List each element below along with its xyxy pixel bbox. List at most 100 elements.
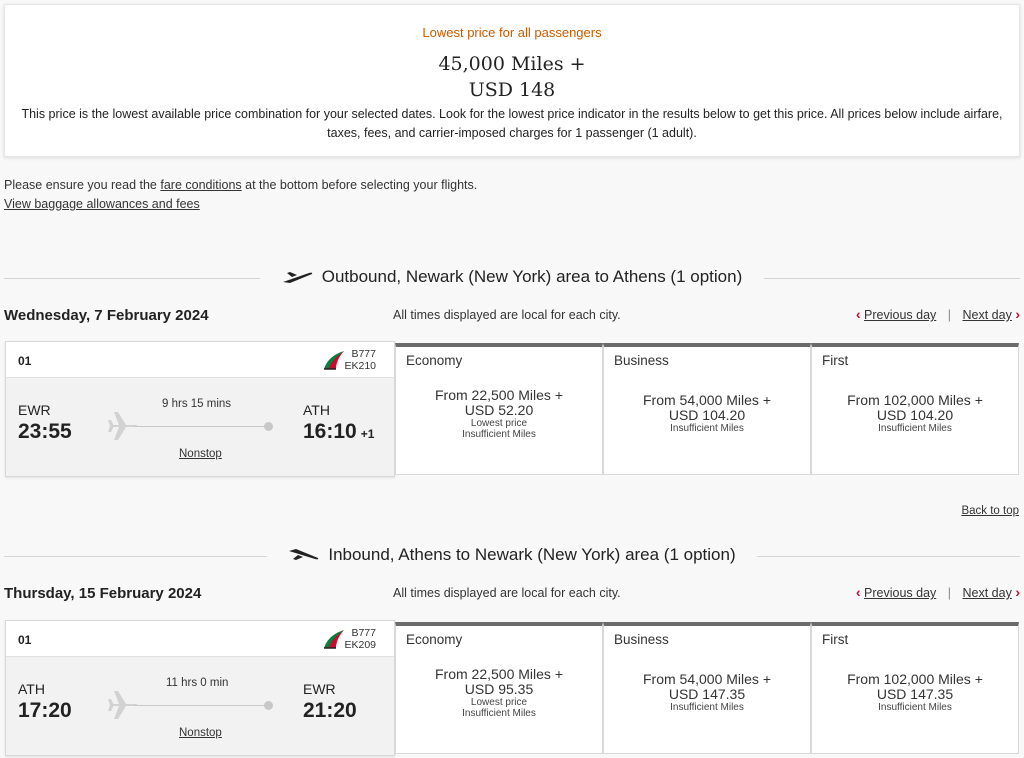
fare-status: Insufficient Miles	[670, 423, 744, 434]
origin-code: EWR	[18, 402, 51, 418]
airline-flag-logo-icon	[324, 630, 344, 649]
route-line	[134, 426, 268, 427]
fare-miles: From 22,500 Miles +	[435, 387, 563, 403]
fare-info: Please ensure you read the fare conditio…	[4, 176, 477, 214]
nav-separator: |	[947, 308, 952, 322]
cabin-class: Business	[614, 353, 669, 368]
aircraft-type: B777	[351, 348, 376, 360]
cabin-class: Economy	[406, 353, 463, 368]
origin-code: ATH	[18, 681, 45, 697]
chevron-left-icon: ‹	[855, 584, 861, 600]
cabin-class: Business	[614, 632, 669, 647]
flight-code: EK209	[344, 639, 376, 651]
previous-day-link[interactable]: Previous day	[864, 586, 936, 600]
fare-miles: From 54,000 Miles +	[643, 671, 771, 687]
stops-link[interactable]: Nonstop	[179, 727, 222, 739]
notice-prefix: Please ensure you read the	[4, 178, 161, 192]
route-line	[134, 705, 268, 706]
fare-usd: USD 147.35	[876, 686, 954, 702]
flight-code: EK210	[344, 360, 376, 372]
outbound-title-text: Outbound, Newark (New York) area to Athe…	[321, 267, 743, 286]
inbound-date: Thursday, 15 February 2024	[4, 585, 202, 602]
previous-day-link[interactable]: Previous day	[864, 308, 936, 322]
outbound-section-header: Outbound, Newark (New York) area to Athe…	[4, 263, 1020, 293]
fare-miles: From 22,500 Miles +	[435, 666, 563, 682]
flight-option-number: 01	[18, 633, 32, 647]
fare-status: Insufficient Miles	[462, 429, 536, 440]
economy-fare-option[interactable]: Economy From 22,500 Miles + USD 52.20 Lo…	[395, 343, 603, 475]
lowest-price-value: 45,000 Miles + USD 148	[5, 51, 1019, 103]
fare-usd: USD 104.20	[876, 407, 954, 423]
route-end-dot	[264, 701, 273, 710]
outbound-title: Outbound, Newark (New York) area to Athe…	[4, 267, 1020, 287]
destination-code: ATH	[303, 402, 330, 418]
fare-usd: USD 147.35	[668, 686, 746, 702]
back-to-top-link[interactable]: Back to top	[961, 505, 1019, 517]
outbound-day-row: Wednesday, 7 February 2024 All times dis…	[4, 304, 1020, 326]
cabin-class: Economy	[406, 632, 463, 647]
fare-usd: USD 104.20	[668, 407, 746, 423]
fare-status: Insufficient Miles	[462, 708, 536, 719]
inbound-title: Inbound, Athens to Newark (New York) are…	[4, 545, 1020, 565]
price-miles: 45,000 Miles +	[438, 53, 586, 75]
nav-separator: |	[947, 586, 952, 600]
flight-duration: 9 hrs 15 mins	[162, 398, 232, 410]
fare-conditions-notice: Please ensure you read the fare conditio…	[4, 176, 477, 195]
business-fare-option[interactable]: Business From 54,000 Miles + USD 147.35 …	[603, 622, 811, 754]
aircraft-info: B777 EK209	[344, 627, 376, 651]
day-offset: +1	[360, 427, 375, 441]
fare-status: Insufficient Miles	[878, 423, 952, 434]
inbound-section-header: Inbound, Athens to Newark (New York) are…	[4, 541, 1020, 571]
stops-link[interactable]: Nonstop	[179, 448, 222, 460]
route-end-dot	[264, 422, 273, 431]
inbound-flight-card[interactable]: 01 B777 EK209 ATH 17:20 11 hrs 0 min EWR…	[5, 620, 395, 756]
fare-usd: USD 52.20	[464, 402, 534, 418]
cabin-class: First	[822, 353, 849, 368]
aircraft-info: B777 EK210	[344, 348, 376, 372]
fare-conditions-link[interactable]: fare conditions	[160, 178, 241, 192]
arrival-time: 16:10 +1	[303, 420, 374, 444]
chevron-right-icon: ›	[1015, 306, 1020, 322]
business-fare-option[interactable]: Business From 54,000 Miles + USD 104.20 …	[603, 343, 811, 475]
inbound-day-row: Thursday, 15 February 2024 All times dis…	[4, 582, 1020, 604]
lowest-price-badge: Lowest price	[470, 418, 528, 429]
price-note: This price is the lowest available price…	[21, 107, 1003, 140]
next-day-link[interactable]: Next day	[963, 586, 1012, 600]
flight-duration: 11 hrs 0 min	[166, 677, 229, 689]
chevron-left-icon: ‹	[855, 306, 861, 322]
notice-suffix: at the bottom before selecting your flig…	[241, 178, 478, 192]
lowest-price-label: Lowest price for all passengers	[422, 25, 602, 40]
next-day-link[interactable]: Next day	[963, 308, 1012, 322]
economy-fare-option[interactable]: Economy From 22,500 Miles + USD 95.35 Lo…	[395, 622, 603, 754]
outbound-flight-card[interactable]: 01 B777 EK210 EWR 23:55 9 hrs 15 mins AT…	[5, 341, 395, 477]
plane-landing-icon	[289, 549, 319, 560]
first-fare-option[interactable]: First From 102,000 Miles + USD 104.20 In…	[811, 343, 1019, 475]
local-times-note: All times displayed are local for each c…	[393, 308, 621, 322]
outbound-date: Wednesday, 7 February 2024	[4, 307, 209, 324]
fare-miles: From 102,000 Miles +	[847, 671, 983, 687]
inbound-title-text: Inbound, Athens to Newark (New York) are…	[328, 545, 736, 564]
fare-miles: From 54,000 Miles +	[643, 392, 771, 408]
plane-takeoff-icon	[282, 272, 312, 283]
fare-miles: From 102,000 Miles +	[847, 392, 983, 408]
destination-code: EWR	[303, 681, 336, 697]
fare-status: Insufficient Miles	[878, 702, 952, 713]
chevron-right-icon: ›	[1015, 584, 1020, 600]
aircraft-type: B777	[351, 627, 376, 639]
flight-card-header: 01 B777 EK209	[6, 621, 394, 657]
airline-flag-logo-icon	[324, 351, 344, 370]
day-navigation: ‹ Previous day | Next day ›	[856, 584, 1020, 600]
arrival-time-value: 16:10	[303, 420, 357, 443]
flight-option-number: 01	[18, 354, 32, 368]
price-usd: USD 148	[468, 79, 556, 101]
cabin-class: First	[822, 632, 849, 647]
flight-card-header: 01 B777 EK210	[6, 342, 394, 378]
baggage-allowances-link[interactable]: View baggage allowances and fees	[4, 197, 200, 211]
fare-usd: USD 95.35	[464, 681, 534, 697]
departure-time: 23:55	[18, 420, 72, 443]
first-fare-option[interactable]: First From 102,000 Miles + USD 147.35 In…	[811, 622, 1019, 754]
lowest-price-badge: Lowest price	[470, 697, 528, 708]
day-navigation: ‹ Previous day | Next day ›	[856, 306, 1020, 322]
departure-time: 17:20	[18, 699, 72, 722]
local-times-note: All times displayed are local for each c…	[393, 586, 621, 600]
